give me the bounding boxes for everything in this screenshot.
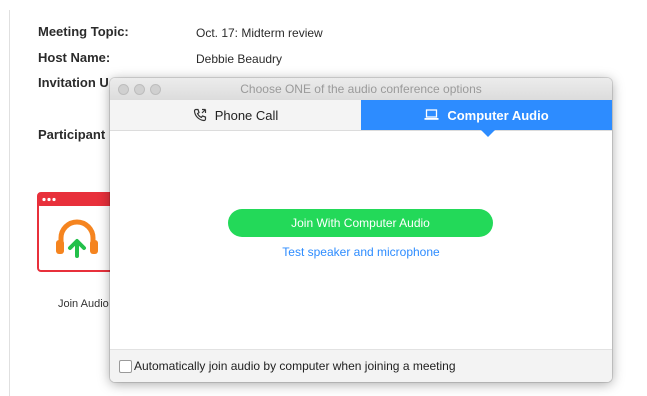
dialog-footer: Automatically join audio by computer whe… xyxy=(110,349,612,382)
audio-tabs: Phone Call Computer Audio xyxy=(110,100,612,131)
test-speaker-microphone-link[interactable]: Test speaker and microphone xyxy=(110,245,612,259)
join-audio-tile[interactable] xyxy=(37,192,117,272)
window-left-border xyxy=(9,10,10,396)
participant-label: Participant xyxy=(38,127,106,142)
host-name-value: Debbie Beaudry xyxy=(196,52,283,66)
headphones-arrow-icon xyxy=(37,192,117,272)
audio-options-dialog: Choose ONE of the audio conference optio… xyxy=(110,78,612,382)
tab-phone-call-label: Phone Call xyxy=(214,107,279,123)
dialog-titlebar: Choose ONE of the audio conference optio… xyxy=(110,78,612,101)
auto-join-label[interactable]: Automatically join audio by computer whe… xyxy=(134,359,456,373)
dialog-title: Choose ONE of the audio conference optio… xyxy=(240,82,482,96)
join-audio-label: Join Audio xyxy=(58,298,109,310)
laptop-icon xyxy=(424,109,439,121)
host-name-label: Host Name: xyxy=(38,50,111,65)
invitation-url-label: Invitation U xyxy=(38,75,109,90)
join-computer-audio-button[interactable]: Join With Computer Audio xyxy=(228,209,493,237)
tab-computer-audio-label: Computer Audio xyxy=(447,107,549,123)
auto-join-checkbox[interactable] xyxy=(119,360,132,373)
computer-audio-panel: Join With Computer Audio Test speaker an… xyxy=(110,131,612,350)
meeting-topic-value: Oct. 17: Midterm review xyxy=(196,26,323,40)
tab-phone-call[interactable]: Phone Call xyxy=(110,100,361,130)
tab-computer-audio[interactable]: Computer Audio xyxy=(361,100,612,130)
phone-icon xyxy=(193,108,207,122)
meeting-topic-label: Meeting Topic: xyxy=(38,24,129,39)
